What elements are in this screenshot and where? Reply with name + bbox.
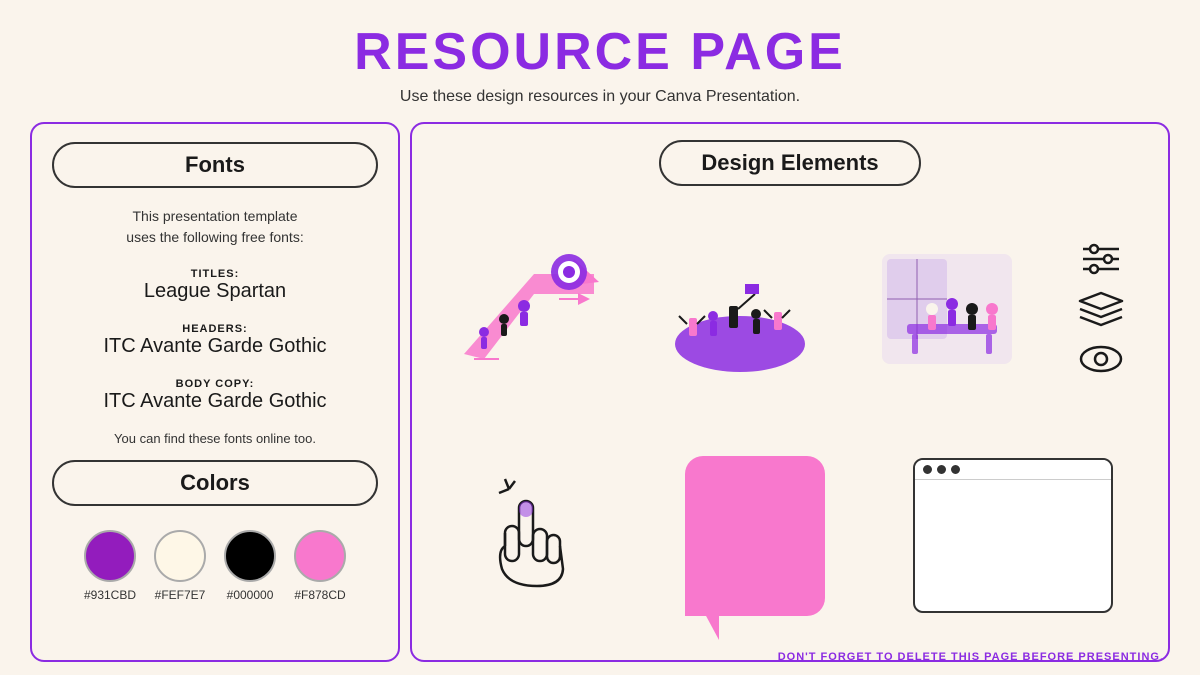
footer-note: DON'T FORGET TO DELETE THIS PAGE BEFORE …: [778, 651, 1164, 663]
browser-mockup: [913, 458, 1113, 613]
swatch-circle-cream: [154, 530, 206, 582]
page-subtitle: Use these design resources in your Canva…: [0, 88, 1200, 106]
swatch-label-black: #000000: [227, 588, 274, 602]
speech-bubble-container: [680, 451, 830, 621]
browser-dot-1: [923, 465, 932, 474]
fonts-section-box: Fonts: [52, 142, 378, 188]
swatch-label-cream: #FEF7E7: [155, 588, 206, 602]
illus-team-meeting: [877, 244, 1017, 374]
body-font-name: ITC Avante Garde Gothic: [52, 390, 378, 413]
swatch-cream: #FEF7E7: [154, 530, 206, 602]
titles-label: TITLES:: [52, 268, 378, 280]
illus-arrow-target: [454, 244, 604, 374]
swatch-circle-purple: [84, 530, 136, 582]
body-label: BODY COPY:: [52, 378, 378, 390]
colors-title: Colors: [180, 470, 250, 495]
swatch-circle-pink: [294, 530, 346, 582]
browser-dot-3: [951, 465, 960, 474]
page-title: RESOURCE PAGE: [0, 22, 1200, 82]
headers-font-item: HEADERS: ITC Avante Garde Gothic: [52, 323, 378, 358]
headers-label: HEADERS:: [52, 323, 378, 335]
swatch-circle-black: [224, 530, 276, 582]
illus-team-cheer: [663, 244, 818, 374]
layers-icon: [1076, 289, 1126, 329]
fonts-note: You can find these fonts online too.: [52, 431, 378, 446]
browser-dot-2: [937, 465, 946, 474]
eye-icon: [1076, 339, 1126, 379]
swatch-label-purple: #931CBD: [84, 588, 136, 602]
colors-section-box: Colors: [52, 460, 378, 506]
page-header: RESOURCE PAGE Use these design resources…: [0, 0, 1200, 112]
icons-column: [1076, 239, 1126, 379]
swatch-black: #000000: [224, 530, 276, 602]
right-panel: Design Elements: [410, 122, 1170, 662]
left-panel: Fonts This presentation template uses th…: [30, 122, 400, 662]
titles-font-name: League Spartan: [52, 280, 378, 303]
design-elements-header: Design Elements: [432, 140, 1148, 186]
main-container: Fonts This presentation template uses th…: [30, 122, 1170, 662]
speech-bubble-pink: [685, 456, 825, 616]
swatch-purple: #931CBD: [84, 530, 136, 602]
filter-icon: [1076, 239, 1126, 279]
titles-font-item: TITLES: League Spartan: [52, 268, 378, 303]
swatch-pink: #F878CD: [294, 530, 346, 602]
swatch-label-pink: #F878CD: [294, 588, 345, 602]
browser-content: [915, 480, 1111, 601]
design-elements-title: Design Elements: [701, 150, 878, 175]
fonts-title: Fonts: [185, 152, 245, 177]
headers-font-name: ITC Avante Garde Gothic: [52, 335, 378, 358]
design-grid-top: [432, 200, 1148, 417]
body-font-item: BODY COPY: ITC Avante Garde Gothic: [52, 378, 378, 413]
design-elements-box: Design Elements: [659, 140, 920, 186]
design-grid-bottom: [432, 427, 1148, 644]
fonts-description: This presentation template uses the foll…: [52, 206, 378, 248]
colors-swatches: #931CBD #FEF7E7 #000000 #F878CD: [52, 530, 378, 602]
browser-topbar: [915, 460, 1111, 480]
illus-click-hand: [467, 471, 597, 601]
